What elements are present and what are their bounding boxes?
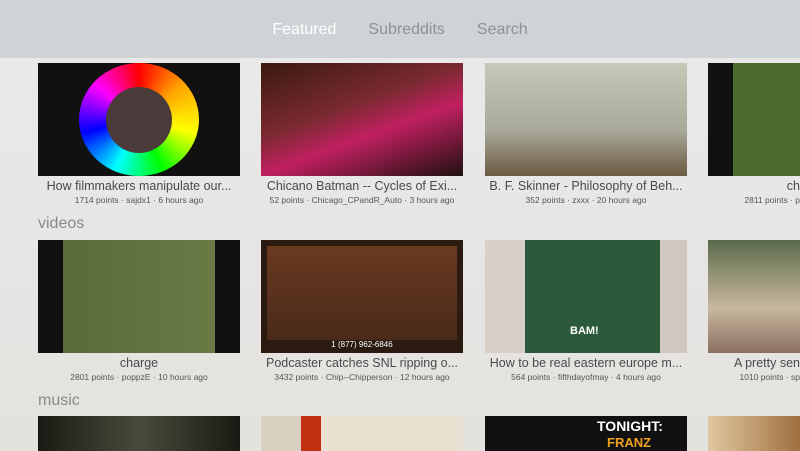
tab-subreddits[interactable]: Subreddits <box>368 21 445 39</box>
video-title: How filmmakers manipulate our... <box>46 179 232 193</box>
video-meta: 564 points · fifthdayofmay · 4 hours ago <box>511 372 661 382</box>
section-title: videos <box>38 215 85 232</box>
section-title: music <box>38 392 80 409</box>
video-thumbnail <box>485 63 687 176</box>
video-title: ch <box>786 179 800 193</box>
video-card[interactable] <box>261 416 463 451</box>
bam-text: BAM! <box>570 325 599 337</box>
tab-featured[interactable]: Featured <box>272 21 336 39</box>
video-thumbnail <box>261 416 463 451</box>
video-thumbnail <box>708 416 800 451</box>
video-card[interactable]: BAM! How to be real eastern europe m... … <box>485 240 687 382</box>
video-card[interactable]: How filmmakers manipulate our... 1714 po… <box>38 63 240 205</box>
video-title: charge <box>119 356 159 370</box>
video-meta: 52 points · Chicago_CPandR_Auto · 3 hour… <box>269 195 455 205</box>
video-card[interactable]: 1 (877) 962-6846 Podcaster catches SNL r… <box>261 240 463 382</box>
video-thumbnail <box>708 63 800 176</box>
video-thumbnail <box>261 63 463 176</box>
video-title: Chicano Batman -- Cycles of Exi... <box>266 179 458 193</box>
video-thumbnail <box>708 240 800 353</box>
video-meta: 1714 points · sajdx1 · 6 hours ago <box>74 195 204 205</box>
tab-search[interactable]: Search <box>477 21 528 39</box>
video-card[interactable]: charge 2801 points · poppzE · 10 hours a… <box>38 240 240 382</box>
video-title: B. F. Skinner - Philosophy of Beh... <box>489 179 683 193</box>
video-card[interactable] <box>708 416 800 451</box>
video-title: How to be real eastern europe m... <box>489 356 683 370</box>
video-meta: 2811 points · p <box>744 195 800 205</box>
video-card[interactable]: B. F. Skinner - Philosophy of Beh... 352… <box>485 63 687 205</box>
video-meta: 352 points · zxxx · 20 hours ago <box>525 195 647 205</box>
video-title: A pretty sen <box>733 356 800 370</box>
phone-number-text: 1 (877) 962-6846 <box>331 340 393 349</box>
video-card[interactable]: A pretty sen 1010 points · sp <box>708 240 800 382</box>
video-thumbnail: TONIGHT: FRANZ <box>485 416 687 451</box>
video-thumbnail: BAM! <box>485 240 687 353</box>
video-meta: 2801 points · poppzE · 10 hours ago <box>70 372 208 382</box>
video-card[interactable] <box>38 416 240 451</box>
video-card[interactable]: TONIGHT: FRANZ <box>485 416 687 451</box>
thumb-overlay-text: TONIGHT: <box>597 418 663 434</box>
video-thumbnail <box>38 63 240 176</box>
top-tab-bar: Featured Subreddits Search <box>0 0 800 58</box>
video-card[interactable]: ch 2811 points · p <box>708 63 800 205</box>
video-card[interactable]: Chicano Batman -- Cycles of Exi... 52 po… <box>261 63 463 205</box>
video-title: Podcaster catches SNL ripping o... <box>266 356 458 370</box>
video-thumbnail <box>38 240 240 353</box>
video-thumbnail: 1 (877) 962-6846 <box>261 240 463 353</box>
video-meta: 3432 points · Chip--Chipperson · 12 hour… <box>274 372 450 382</box>
thumb-overlay-text: FRANZ <box>607 435 652 450</box>
video-thumbnail <box>38 416 240 451</box>
video-meta: 1010 points · sp <box>739 372 800 382</box>
